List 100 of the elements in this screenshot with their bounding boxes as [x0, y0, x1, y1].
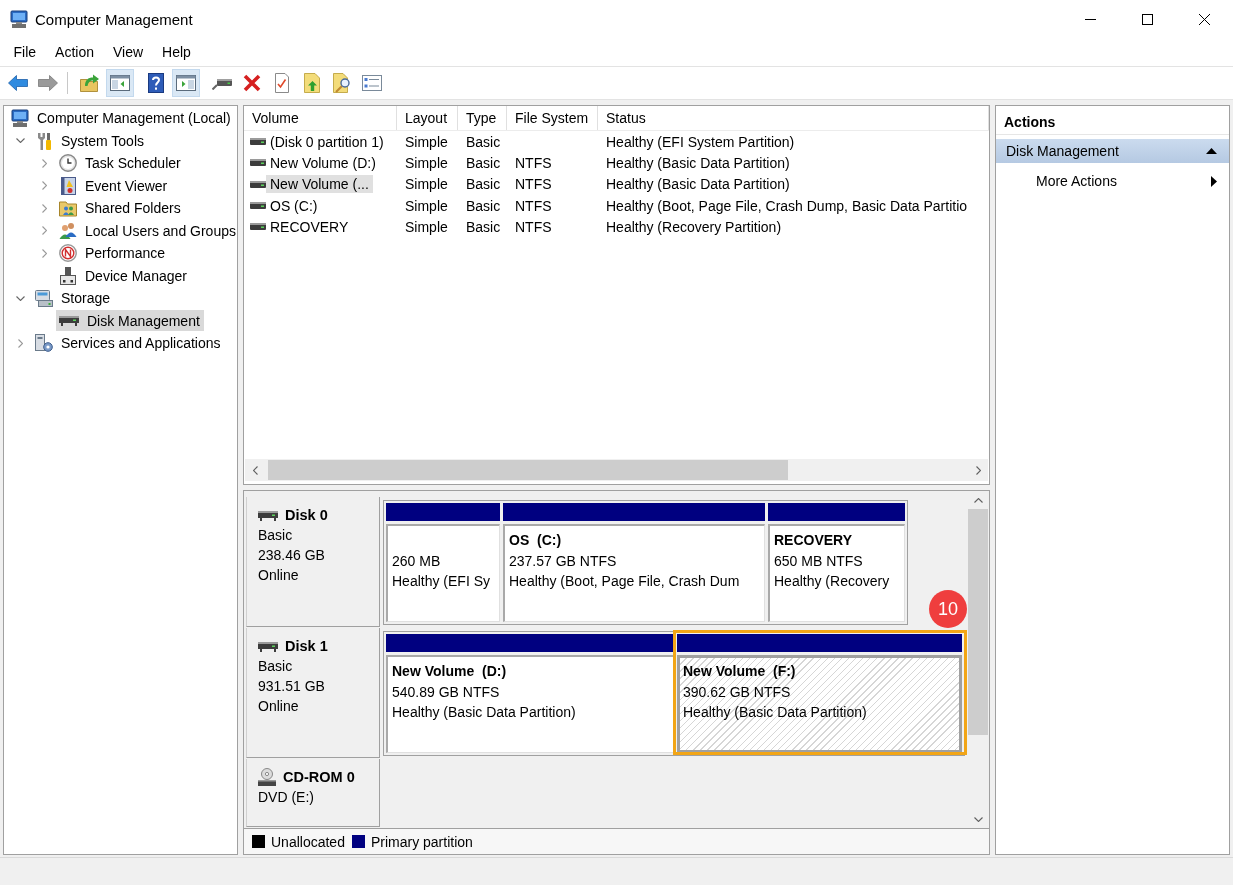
chevron-up-icon: [973, 497, 983, 503]
table-cell-text: NTFS: [514, 197, 553, 214]
menu-item[interactable]: Help: [152, 41, 201, 63]
cross-icon: [243, 74, 261, 92]
tree-item[interactable]: Storage: [32, 287, 115, 309]
disk-detail: Online: [258, 697, 300, 716]
table-cell-text: Basic: [465, 197, 502, 214]
partition-block[interactable]: OS (C:) 237.57 GB NTFS Healthy (Boot, Page File, Crash Dum: [503, 524, 765, 622]
tree-item[interactable]: System Tools: [32, 130, 148, 152]
arrow-left-icon: [8, 75, 28, 91]
chevron-left-icon: [252, 465, 258, 475]
partition-title: New Volume (D:): [392, 663, 507, 680]
toolbar-button[interactable]: [172, 69, 200, 97]
drive-icon: [250, 202, 266, 210]
disk-detail: Basic: [258, 657, 294, 676]
drive-icon: [59, 315, 79, 327]
list-icon: [362, 75, 382, 91]
disk-label-panel[interactable]: CD-ROM 0 DVD (E:): [246, 759, 380, 827]
column-header[interactable]: Volume: [244, 106, 397, 130]
table-cell-text: Simple: [404, 197, 449, 214]
right-pane-window-icon: [176, 75, 196, 91]
tree-item[interactable]: Performance: [56, 242, 170, 264]
disk-name: CD-ROM 0: [283, 769, 355, 785]
toolbar-button[interactable]: [106, 69, 134, 97]
menu-item[interactable]: Action: [45, 41, 104, 63]
menu-item[interactable]: File: [4, 41, 46, 63]
column-header[interactable]: Type: [458, 106, 507, 130]
table-cell-text: NTFS: [514, 218, 553, 235]
column-header[interactable]: Layout: [397, 106, 458, 130]
log-book-icon: [59, 176, 77, 195]
partition-size: 540.89 GB NTFS: [392, 683, 500, 700]
tree-item[interactable]: Event Viewer: [56, 175, 172, 197]
partition-status: Healthy (Basic Data Partition): [392, 704, 576, 721]
server-gear-icon: [35, 334, 53, 353]
legend-label: Primary partition: [370, 833, 473, 850]
drive-icon: [212, 76, 232, 90]
table-cell-text: Basic: [465, 154, 502, 171]
disk-label-panel[interactable]: Disk 1 Basic 931.51 GB Online: [246, 628, 380, 758]
table-cell-text: Basic: [465, 133, 502, 150]
partition-status: Healthy (EFI Sy: [392, 573, 491, 590]
partition-title: New Volume (F:): [683, 663, 796, 680]
horizontal-scrollbar[interactable]: [245, 459, 988, 481]
clock-icon: [59, 154, 77, 173]
partition-status: Healthy (Boot, Page File, Crash Dum: [509, 573, 740, 590]
tree-item[interactable]: Local Users and Groups: [56, 220, 237, 242]
table-cell[interactable]: New Volume (D:): [266, 153, 380, 172]
table-cell-text: Simple: [404, 218, 449, 235]
tree-item[interactable]: Shared Folders: [56, 197, 185, 219]
step-badge: 10: [929, 590, 967, 628]
legend-label: Unallocated: [271, 833, 345, 850]
table-cell[interactable]: RECOVERY: [266, 217, 353, 236]
disk-label-panel[interactable]: Disk 0 Basic 238.46 GB Online: [246, 497, 380, 627]
table-cell-text: Simple: [404, 133, 449, 150]
caret-right-icon: [1211, 175, 1217, 187]
table-cell-text: Healthy (Recovery Partition): [605, 218, 783, 235]
disk-name: Disk 1: [285, 638, 328, 654]
folder-arrow-icon: [80, 74, 100, 92]
drive-icon: [258, 640, 278, 652]
table-cell[interactable]: OS (C:): [266, 196, 322, 215]
folder-magnifier-icon: [333, 73, 351, 93]
tree-item[interactable]: Disk Management: [56, 310, 204, 332]
close-icon: [1199, 13, 1210, 25]
tree-item[interactable]: Computer Management (Local): [8, 107, 235, 129]
maximize-icon: [1142, 13, 1153, 25]
table-cell-text: Healthy (EFI System Partition): [605, 133, 796, 150]
partition-block[interactable]: New Volume (F:) 390.62 GB NTFS Healthy (Basic Data Partition): [677, 655, 962, 753]
action-item[interactable]: More Actions: [996, 169, 1229, 193]
computer-icon: [10, 10, 28, 28]
disk-detail: 238.46 GB: [258, 546, 326, 565]
tree-item[interactable]: Device Manager: [56, 265, 191, 287]
chevron-right-icon: [975, 465, 981, 475]
partition-size: 260 MB: [392, 552, 441, 569]
table-cell-text: Simple: [404, 176, 449, 193]
scrollbar-thumb[interactable]: [968, 509, 988, 735]
actions-heading: Actions: [996, 109, 1229, 135]
partition-block[interactable]: New Volume (D:) 540.89 GB NTFS Healthy (Basic Data Partition): [386, 655, 674, 753]
column-header[interactable]: Status: [598, 106, 989, 130]
table-cell[interactable]: New Volume (...: [266, 175, 373, 194]
drive-icon: [258, 509, 278, 521]
disk-detail: 931.51 GB: [258, 677, 326, 696]
partition-block[interactable]: RECOVERY 650 MB NTFS Healthy (Recovery: [768, 524, 905, 622]
users-icon: [59, 221, 77, 240]
partition-status: Healthy (Recovery: [774, 573, 890, 590]
action-section-header[interactable]: Disk Management: [996, 139, 1229, 163]
table-cell[interactable]: (Disk 0 partition 1): [266, 132, 388, 151]
menu-item[interactable]: View: [103, 41, 153, 63]
disk-detail: DVD (E:): [258, 788, 315, 807]
column-header[interactable]: File System: [507, 106, 598, 130]
scrollbar-thumb[interactable]: [268, 460, 789, 480]
device-icon: [59, 266, 77, 285]
drive-icon: [250, 180, 266, 188]
gauge-icon: [59, 244, 77, 263]
tree-item[interactable]: Task Scheduler: [56, 152, 185, 174]
help-icon: [148, 73, 164, 93]
window-title: Computer Management: [35, 10, 193, 28]
minimize-icon: [1085, 18, 1096, 20]
drive-icon: [250, 138, 266, 146]
partition-block[interactable]: 260 MB Healthy (EFI Sy: [386, 524, 500, 622]
tree-item[interactable]: Services and Applications: [32, 332, 225, 354]
arrow-right-icon: [38, 75, 58, 91]
